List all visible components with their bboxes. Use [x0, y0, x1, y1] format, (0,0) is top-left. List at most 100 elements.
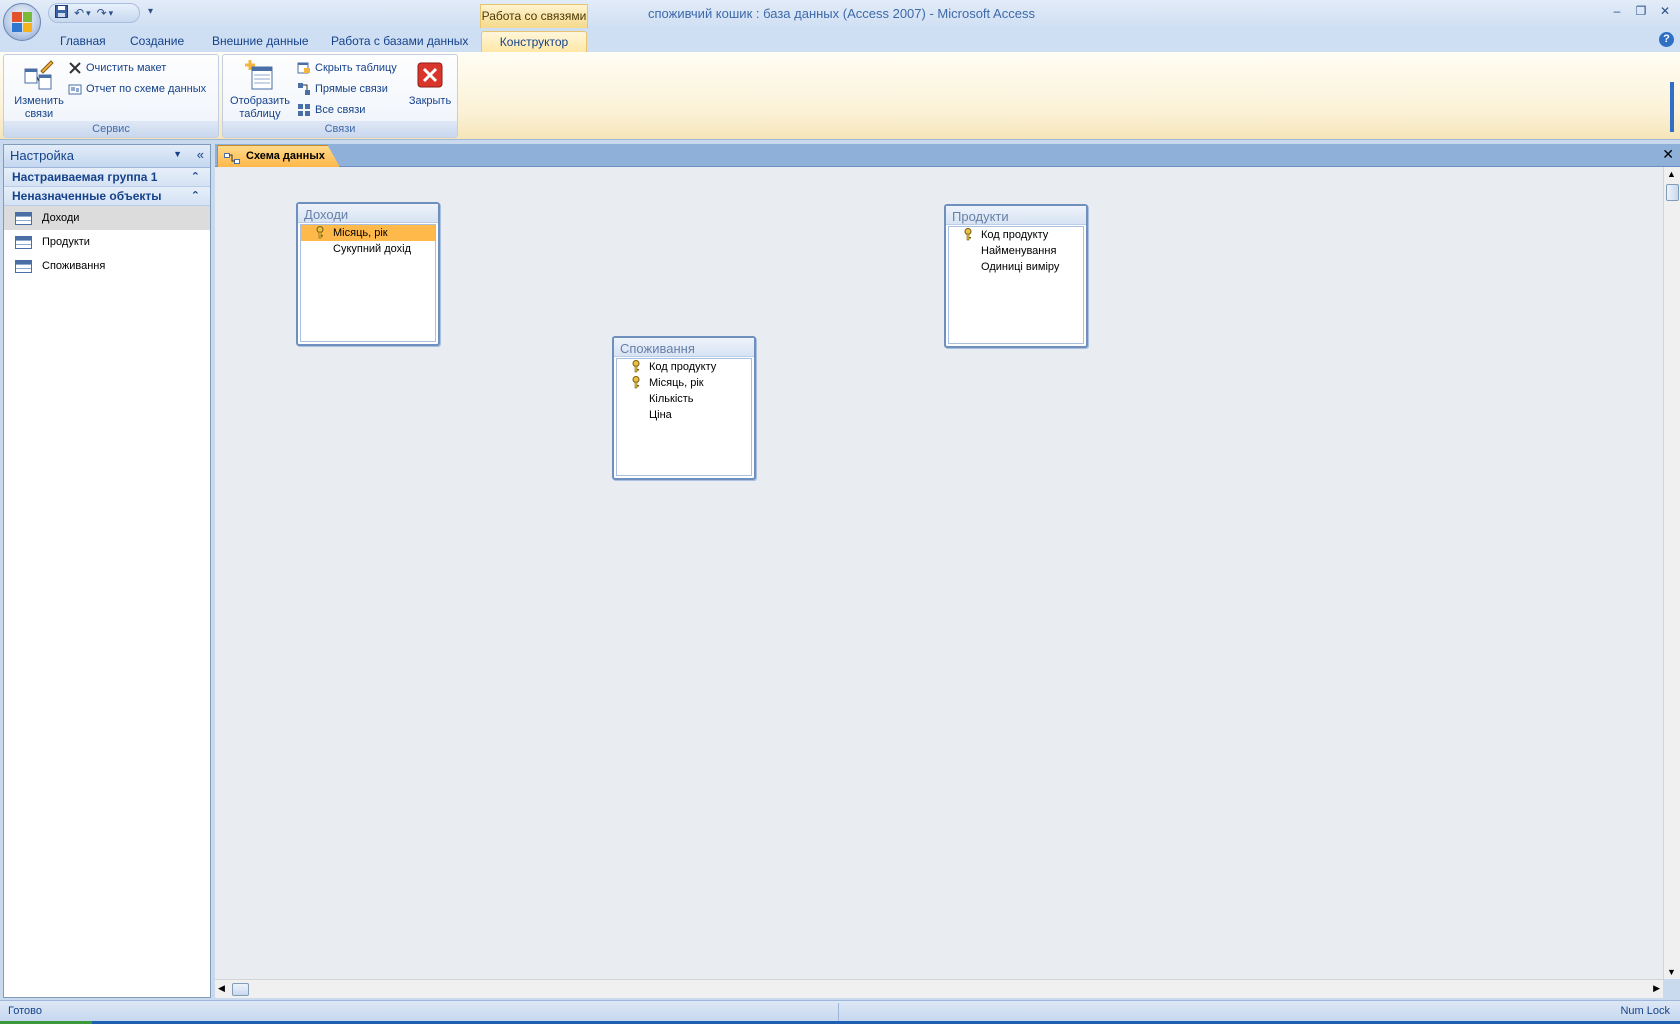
- scroll-down-icon[interactable]: ▼: [1667, 967, 1676, 977]
- quick-access-toolbar: ↶ ▾ ↷ ▾: [48, 3, 140, 23]
- field-list-title[interactable]: Доходи: [298, 204, 438, 223]
- report-icon: [68, 82, 82, 96]
- all-relationships-icon: [297, 103, 311, 117]
- tab-home[interactable]: Главная: [48, 31, 118, 52]
- direct-relationships-icon: [297, 82, 311, 96]
- nav-item-label: Продукти: [42, 236, 90, 248]
- close-icon[interactable]: ✕: [1654, 4, 1676, 18]
- chevron-up-icon[interactable]: ⌃: [191, 168, 200, 186]
- field-item[interactable]: Найменування: [949, 243, 1083, 259]
- all-relationships-button[interactable]: Все связи: [297, 101, 365, 119]
- primary-key-icon: [316, 226, 324, 239]
- nav-group-custom[interactable]: Настраиваемая группа 1 ⌃: [4, 168, 210, 187]
- context-tab-group-label: Работа со связями: [480, 4, 588, 28]
- nav-group-label: Неназначенные объекты: [12, 189, 162, 203]
- field-list-body: Код продукту Найменування Одиниці виміру: [948, 226, 1084, 344]
- clear-layout-button[interactable]: Очистить макет: [68, 59, 166, 77]
- status-divider: [838, 1003, 839, 1021]
- table-icon: [15, 236, 32, 249]
- field-name: Місяць, рік: [649, 377, 704, 389]
- primary-key-icon: [632, 360, 640, 373]
- table-icon: [15, 260, 32, 273]
- nav-item-dokhody[interactable]: Доходи: [4, 206, 210, 230]
- shutter-bar-collapse-icon[interactable]: «: [197, 147, 204, 162]
- field-list-title[interactable]: Споживання: [614, 338, 754, 357]
- ribbon: Изменить связи Очистить макет Отчет по с…: [0, 52, 1680, 140]
- scroll-right-icon[interactable]: ▶: [1653, 983, 1660, 994]
- nav-item-spozhyvannia[interactable]: Споживання: [4, 254, 210, 278]
- clear-layout-icon: [68, 61, 82, 75]
- direct-relationships-button[interactable]: Прямые связи: [297, 80, 388, 98]
- close-label: Закрыть: [408, 95, 452, 107]
- minimize-icon[interactable]: –: [1606, 4, 1628, 18]
- restore-icon[interactable]: ❐: [1630, 4, 1652, 18]
- close-document-icon[interactable]: ✕: [1662, 146, 1674, 163]
- help-icon[interactable]: ?: [1659, 32, 1674, 47]
- tab-relationships-document[interactable]: Схема данных: [217, 145, 340, 167]
- document-tab-bar: Схема данных ✕: [215, 144, 1680, 167]
- redo-dropdown-icon[interactable]: ▾: [109, 8, 114, 19]
- tab-database-tools[interactable]: Работа с базами данных: [319, 31, 480, 52]
- undo-dropdown-icon[interactable]: ▾: [86, 8, 91, 19]
- vertical-scrollbar[interactable]: ▲ ▼: [1663, 167, 1680, 979]
- nav-header[interactable]: Настройка ▼ «: [4, 145, 210, 168]
- tab-create[interactable]: Создание: [118, 31, 196, 52]
- hide-table-icon: [297, 61, 311, 75]
- field-list-spozhyvannia[interactable]: Споживання Код продукту Місяць, рік Кіль…: [612, 336, 756, 480]
- show-table-label: Отобразить таблицу: [230, 95, 290, 120]
- field-list-dokhody[interactable]: Доходи Місяць, рік Сукупний дохід: [296, 202, 440, 346]
- field-item[interactable]: Місяць, рік: [617, 375, 751, 391]
- nav-item-label: Доходи: [42, 212, 80, 224]
- field-item[interactable]: Ціна: [617, 407, 751, 423]
- field-item[interactable]: Сукупний дохід: [301, 241, 435, 257]
- hide-table-label: Скрыть таблицу: [315, 62, 397, 74]
- relationships-canvas[interactable]: Доходи Місяць, рік Сукупний дохід Спожив…: [215, 167, 1663, 979]
- field-list-body: Місяць, рік Сукупний дохід: [300, 224, 436, 342]
- horizontal-scroll-thumb[interactable]: [232, 983, 249, 996]
- field-item[interactable]: Місяць, рік: [301, 225, 435, 241]
- field-list-produkty[interactable]: Продукти Код продукту Найменування Одини…: [944, 204, 1088, 348]
- document-tab-label: Схема данных: [246, 150, 325, 162]
- field-item[interactable]: Код продукту: [949, 227, 1083, 243]
- field-name: Код продукту: [649, 361, 717, 373]
- undo-icon[interactable]: ↶: [74, 6, 84, 20]
- redo-icon[interactable]: ↷: [97, 6, 107, 20]
- edit-relationships-label: Изменить связи: [14, 95, 64, 120]
- field-item[interactable]: Код продукту: [617, 359, 751, 375]
- vertical-scroll-thumb[interactable]: [1666, 184, 1679, 201]
- horizontal-scrollbar[interactable]: ◀ ▶: [215, 979, 1663, 998]
- field-name: Ціна: [649, 409, 672, 421]
- scroll-up-icon[interactable]: ▲: [1667, 169, 1676, 179]
- nav-menu-dropdown-icon[interactable]: ▼: [173, 149, 182, 159]
- close-red-icon: [414, 59, 446, 91]
- nav-item-produkty[interactable]: Продукти: [4, 230, 210, 254]
- close-relationships-button[interactable]: Закрыть: [405, 59, 455, 108]
- ribbon-scroll-indicator: [1670, 82, 1674, 132]
- tab-design[interactable]: Конструктор: [481, 31, 587, 52]
- primary-key-icon: [632, 376, 640, 389]
- title-bar: ↶ ▾ ↷ ▾ ▾ Работа со связями споживчий ко…: [0, 0, 1680, 28]
- hide-table-button[interactable]: Скрыть таблицу: [297, 59, 397, 77]
- navigation-pane: Настройка ▼ « Настраиваемая группа 1 ⌃ Н…: [3, 144, 211, 998]
- field-name: Місяць, рік: [333, 227, 388, 239]
- scroll-left-icon[interactable]: ◀: [218, 983, 225, 994]
- show-table-button[interactable]: Отобразить таблицу: [227, 59, 293, 121]
- field-list-title[interactable]: Продукти: [946, 206, 1086, 225]
- nav-group-unassigned[interactable]: Неназначенные объекты ⌃: [4, 187, 210, 206]
- tab-external-data[interactable]: Внешние данные: [200, 31, 321, 52]
- direct-relationships-label: Прямые связи: [315, 83, 388, 95]
- chevron-up-icon[interactable]: ⌃: [191, 187, 200, 205]
- office-button[interactable]: [3, 3, 41, 41]
- nav-group-label: Настраиваемая группа 1: [12, 170, 158, 184]
- edit-relationships-button[interactable]: Изменить связи: [8, 59, 70, 121]
- office-logo-icon: [12, 12, 32, 32]
- field-name: Код продукту: [981, 229, 1049, 241]
- nav-item-label: Споживання: [42, 260, 106, 272]
- field-item[interactable]: Кількість: [617, 391, 751, 407]
- relationship-report-button[interactable]: Отчет по схеме данных: [68, 80, 206, 98]
- customize-qat-icon[interactable]: ▾: [148, 6, 153, 17]
- save-icon[interactable]: [55, 5, 68, 21]
- field-item[interactable]: Одиниці виміру: [949, 259, 1083, 275]
- edit-relationships-icon: [23, 59, 55, 91]
- clear-layout-label: Очистить макет: [86, 62, 167, 74]
